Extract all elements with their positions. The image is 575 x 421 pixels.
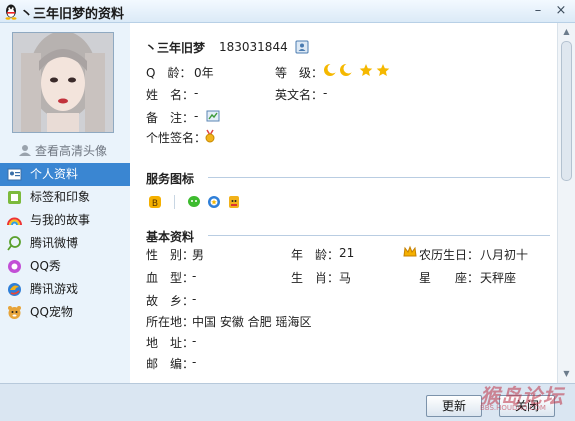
signature-label: 个性签名： [146,131,207,145]
sidebar-item-pet[interactable]: QQ宠物 [0,301,130,324]
sidebar-item-label: QQ秀 [30,259,61,273]
medal-icon [205,129,215,143]
zodiac-value: 马 [339,271,352,285]
remark-label: 备 注： [146,111,195,125]
name-label: 姓 名： [146,88,195,102]
age-value: 0年 [194,66,214,80]
close-window-button[interactable]: × [553,3,569,19]
vertical-scrollbar[interactable]: ▲ ▼ [557,23,575,383]
service-divider [174,195,175,209]
location-value: 中国 安徽 合肥 瑶海区 [192,315,312,329]
contact-card-icon[interactable] [295,40,309,54]
star-icon [376,64,390,76]
view-hd-avatar-label: 查看高清头像 [35,144,108,158]
wechat-service-icon[interactable] [187,195,201,209]
gender-value: 男 [192,248,205,262]
lunar-birthday-value: 八月初十 [480,248,529,262]
sidebar-item-label: 腾讯游戏 [30,282,79,296]
rainbow-icon [7,217,22,226]
sidebar-item-games[interactable]: 腾讯游戏 [0,278,130,301]
avatar[interactable] [12,32,114,133]
age-value-2: 21 [339,246,355,260]
tag-icon [8,191,21,204]
zip-value: - [192,355,197,369]
game-service-icon[interactable] [227,195,241,209]
sidebar-item-label: 与我的故事 [30,213,91,227]
sidebar-item-story[interactable]: 与我的故事 [0,209,130,232]
hometown-value: - [192,292,197,306]
edit-remark-icon[interactable] [206,109,220,123]
location-label: 所在地： [146,315,195,329]
profile-content: 丶三年旧梦 183031844 Q 龄： 0年 等 级： 姓 名： - 英文名：… [130,23,557,383]
minimize-button[interactable]: – [530,3,546,19]
zodiac-label: 生 肖： [291,271,340,285]
sidebar-item-label: 个人资料 [30,167,79,181]
english-name-label: 英文名： [275,88,324,102]
moon-icon [340,63,353,76]
person-icon [19,145,31,156]
scroll-down-icon[interactable]: ▼ [561,368,572,379]
pet-icon [8,306,21,319]
sidebar-item-profile[interactable]: 个人资料 [0,163,130,186]
yellow-diamond-service-icon[interactable]: B [148,195,162,209]
sidebar-item-qqshow[interactable]: QQ秀 [0,255,130,278]
address-label: 地 址： [146,336,195,350]
blood-type-value: - [192,269,197,283]
sidebar-item-label: 标签和印象 [30,190,91,204]
sidebar-item-label: 腾讯微博 [30,236,79,250]
sidebar-item-tags[interactable]: 标签和印象 [0,186,130,209]
age-label-2: 年 龄： [291,248,340,262]
sidebar-item-label: QQ宠物 [30,305,73,319]
id-card-icon [7,168,22,181]
constellation-value: 天秤座 [480,271,517,285]
address-value: - [192,334,197,348]
constellation-label: 星 座： [419,271,480,285]
section-divider [208,177,550,178]
moon-icon [324,63,337,76]
game-icon [8,283,21,296]
blood-type-label: 血 型： [146,271,195,285]
crown-icon [403,245,417,257]
zip-label: 邮 编： [146,357,195,371]
scroll-up-icon[interactable]: ▲ [561,26,572,37]
sidebar-item-weibo[interactable]: 腾讯微博 [0,232,130,255]
english-name-value: - [323,86,328,100]
refresh-button[interactable]: 更新 [426,395,482,417]
qq-penguin-icon [5,4,17,20]
remark-value: - [194,109,199,123]
view-hd-avatar-link[interactable]: 查看高清头像 [18,142,107,159]
age-label: Q 龄： [146,66,192,80]
weibo-icon [7,236,21,251]
qq-member-service-icon[interactable] [207,195,221,209]
hometown-label: 故 乡： [146,294,195,308]
left-panel: 查看高清头像 个人资料 标签和印象 与我的故事 腾讯微博 QQ秀 腾讯游戏 QQ… [0,23,130,383]
svg-text:B: B [152,199,158,209]
qq-show-icon [8,260,21,273]
title-bar: 丶三年旧梦的资料 – × [0,0,575,23]
basic-info-title: 基本资料 [146,230,195,244]
watermark-url: BBS.HOUDAO.COM [480,404,546,412]
lunar-birthday-label: 农历生日： [419,248,480,262]
window-title: 丶三年旧梦的资料 [20,7,125,22]
section-divider [208,235,550,236]
scroll-thumb[interactable] [561,41,572,181]
nickname: 丶三年旧梦 [145,41,206,55]
services-title: 服务图标 [146,172,195,186]
qq-number: 183031844 [219,40,288,54]
avatar-photo [13,33,113,132]
level-label: 等 级： [275,66,324,80]
sidebar-nav: 个人资料 标签和印象 与我的故事 腾讯微博 QQ秀 腾讯游戏 QQ宠物 [0,163,130,324]
name-value: - [194,86,199,100]
gender-label: 性 别： [146,248,195,262]
star-icon [359,64,373,76]
